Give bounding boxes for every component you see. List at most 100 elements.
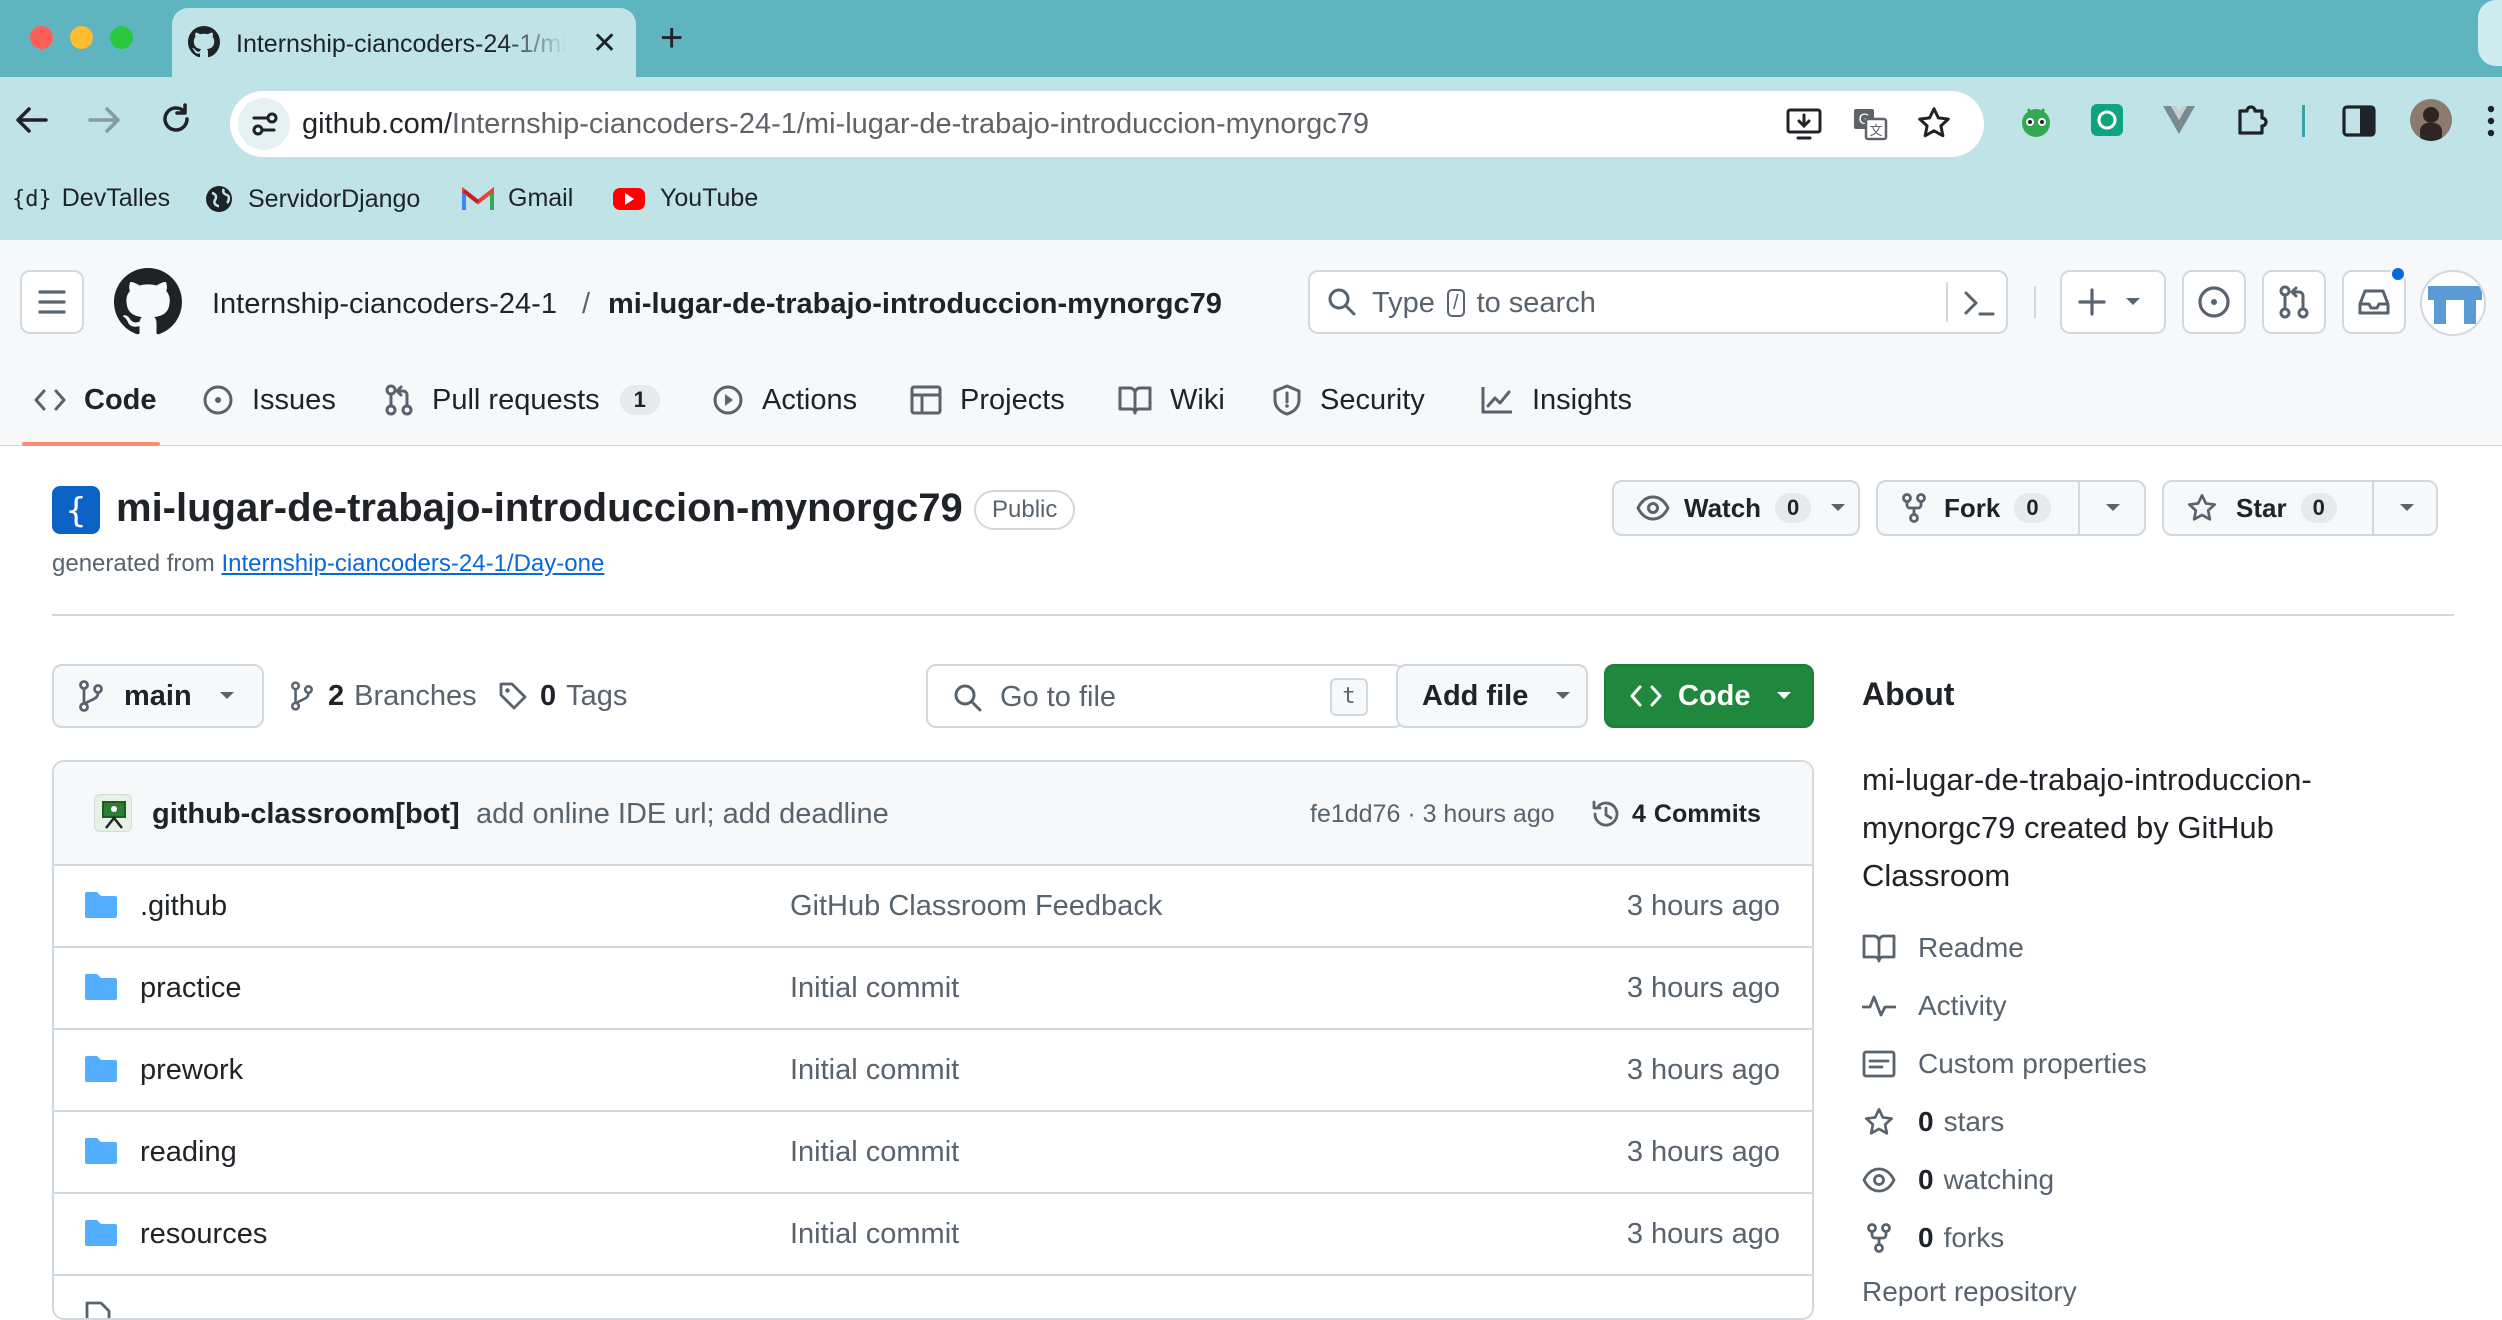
- bookmark-gmail[interactable]: Gmail: [462, 184, 573, 213]
- hamburger-icon: [38, 290, 66, 314]
- new-tab-icon[interactable]: +: [660, 14, 683, 62]
- reload-icon[interactable]: [160, 103, 192, 135]
- watching-link[interactable]: 0 watching: [1862, 1160, 2054, 1200]
- browser-tab-active[interactable]: Internship-ciancoders-24-1/mi-lugar-de-t…: [172, 8, 636, 77]
- file-commit-message[interactable]: Initial commit: [790, 1054, 959, 1087]
- bookmark-servidordjango[interactable]: ServidorDjango: [204, 184, 420, 214]
- window-minimize-dot[interactable]: [70, 26, 93, 49]
- github-logo-icon[interactable]: [114, 268, 182, 336]
- tab-close-icon[interactable]: ✕: [592, 26, 617, 61]
- file-row[interactable]: .github GitHub Classroom Feedback 3 hour…: [54, 866, 1812, 948]
- tab-actions[interactable]: Actions: [712, 380, 857, 420]
- tab-wiki[interactable]: Wiki: [1118, 380, 1225, 420]
- file-name[interactable]: reading: [140, 1136, 237, 1169]
- forks-link[interactable]: 0 forks: [1862, 1218, 2004, 1258]
- readme-link[interactable]: Readme: [1862, 928, 2024, 968]
- fork-dropdown-chevron-icon[interactable]: [2104, 502, 2122, 514]
- fork-button[interactable]: Fork 0: [1876, 480, 2146, 536]
- extension-chatgpt-icon[interactable]: [2090, 103, 2124, 137]
- tab-pull-requests[interactable]: Pull requests 1: [384, 380, 660, 420]
- tags-link[interactable]: 0 Tags: [498, 676, 627, 716]
- commits-link[interactable]: 4 Commits: [1590, 796, 1761, 832]
- play-icon: [713, 385, 743, 415]
- file-name[interactable]: resources: [140, 1218, 267, 1251]
- user-avatar[interactable]: [2420, 270, 2486, 336]
- bookmark-star-icon[interactable]: [1916, 105, 1952, 141]
- file-row[interactable]: resources Initial commit 3 hours ago: [54, 1194, 1812, 1276]
- search-input[interactable]: Type / to search: [1308, 270, 2008, 334]
- window-zoom-dot[interactable]: [110, 26, 133, 49]
- tab-security[interactable]: Security: [1272, 380, 1425, 420]
- side-panel-icon[interactable]: [2342, 105, 2376, 137]
- code-icon: [1630, 685, 1662, 707]
- file-commit-message[interactable]: Initial commit: [790, 972, 959, 1005]
- file-commit-message[interactable]: Initial commit: [790, 1136, 959, 1169]
- branch-select-button[interactable]: main: [52, 664, 264, 728]
- folder-icon: [85, 1220, 117, 1246]
- command-palette-icon[interactable]: [1962, 288, 1996, 318]
- breadcrumb-repo[interactable]: mi-lugar-de-trabajo-introduccion-mynorgc…: [608, 288, 1222, 321]
- folder-icon: [85, 1138, 117, 1164]
- tab-issues[interactable]: Issues: [202, 380, 336, 420]
- file-row[interactable]: practice Initial commit 3 hours ago: [54, 948, 1812, 1030]
- commit-message[interactable]: add online IDE url; add deadline: [476, 798, 889, 831]
- extension-vuejs-icon[interactable]: [2162, 105, 2196, 135]
- tab-code[interactable]: Code: [34, 380, 157, 420]
- history-icon: [1592, 800, 1619, 827]
- branches-link[interactable]: 2 Branches: [290, 676, 477, 716]
- template-repo-link[interactable]: Internship-ciancoders-24-1/Day-one: [221, 550, 604, 577]
- repo-name[interactable]: mi-lugar-de-trabajo-introduccion-mynorgc…: [116, 486, 963, 531]
- pull-requests-counter: 1: [619, 385, 660, 415]
- tag-icon: [499, 682, 527, 710]
- window-close-dot[interactable]: [30, 26, 53, 49]
- file-row[interactable]: reading Initial commit 3 hours ago: [54, 1112, 1812, 1194]
- chrome-menu-icon[interactable]: [2486, 103, 2496, 139]
- go-to-file-input[interactable]: Go to file t: [926, 664, 1404, 728]
- hamburger-menu-button[interactable]: [20, 270, 84, 334]
- classroom-bot-avatar[interactable]: [94, 794, 132, 832]
- stars-link[interactable]: 0 stars: [1862, 1102, 2004, 1142]
- file-commit-time: 3 hours ago: [1626, 972, 1780, 1004]
- bookmark-devtalles[interactable]: {d} DevTalles: [12, 184, 170, 213]
- activity-link[interactable]: Activity: [1862, 986, 2007, 1026]
- browser-toolbar: github.com/Internship-ciancoders-24-1/mi…: [0, 77, 2502, 162]
- commit-author[interactable]: github-classroom[bot]: [152, 798, 460, 831]
- file-commit-message[interactable]: Initial commit: [790, 1218, 959, 1251]
- custom-properties-link[interactable]: Custom properties: [1862, 1044, 2147, 1084]
- bookmark-youtube[interactable]: YouTube: [612, 184, 758, 213]
- forward-arrow-icon[interactable]: [88, 105, 122, 135]
- translate-icon[interactable]: G文: [1852, 107, 1888, 141]
- star-dropdown-chevron-icon[interactable]: [2398, 502, 2416, 514]
- file-name[interactable]: .github: [140, 890, 227, 923]
- tab-insights[interactable]: Insights: [1480, 380, 1632, 420]
- site-info-icon[interactable]: [238, 98, 290, 150]
- tab-projects[interactable]: Projects: [910, 380, 1065, 420]
- extensions-puzzle-icon[interactable]: [2234, 101, 2270, 137]
- breadcrumb-owner[interactable]: Internship-ciancoders-24-1: [212, 288, 557, 321]
- file-row[interactable]: prework Initial commit 3 hours ago: [54, 1030, 1812, 1112]
- issue-opened-icon: [2198, 286, 2230, 318]
- pull-requests-button[interactable]: [2262, 270, 2326, 334]
- commit-sha-time[interactable]: fe1dd76 · 3 hours ago: [1310, 800, 1555, 829]
- code-clone-button[interactable]: Code: [1604, 664, 1814, 728]
- profile-avatar[interactable]: [2410, 99, 2452, 141]
- address-bar[interactable]: github.com/Internship-ciancoders-24-1/mi…: [230, 91, 1984, 157]
- repo-forked-icon: [1902, 493, 1926, 523]
- report-repository-link[interactable]: Report repository: [1862, 1276, 2077, 1306]
- add-file-button[interactable]: Add file: [1396, 664, 1588, 728]
- file-name[interactable]: practice: [140, 972, 242, 1005]
- file-row-partial[interactable]: [54, 1276, 1812, 1318]
- file-name[interactable]: prework: [140, 1054, 243, 1087]
- breadcrumb-separator: /: [582, 288, 591, 320]
- watch-button[interactable]: Watch 0: [1612, 480, 1860, 536]
- create-new-button[interactable]: [2060, 270, 2166, 334]
- issues-button[interactable]: [2182, 270, 2246, 334]
- file-commit-message[interactable]: GitHub Classroom Feedback: [790, 890, 1162, 923]
- star-button[interactable]: Star 0: [2162, 480, 2438, 536]
- github-header: Internship-ciancoders-24-1 / mi-lugar-de…: [0, 240, 2502, 446]
- extension-green-robot-icon[interactable]: [2018, 103, 2054, 139]
- title-divider: [52, 614, 2454, 616]
- chevron-down-icon: [219, 692, 234, 699]
- install-app-icon[interactable]: [1786, 107, 1822, 141]
- back-arrow-icon[interactable]: [14, 105, 48, 135]
